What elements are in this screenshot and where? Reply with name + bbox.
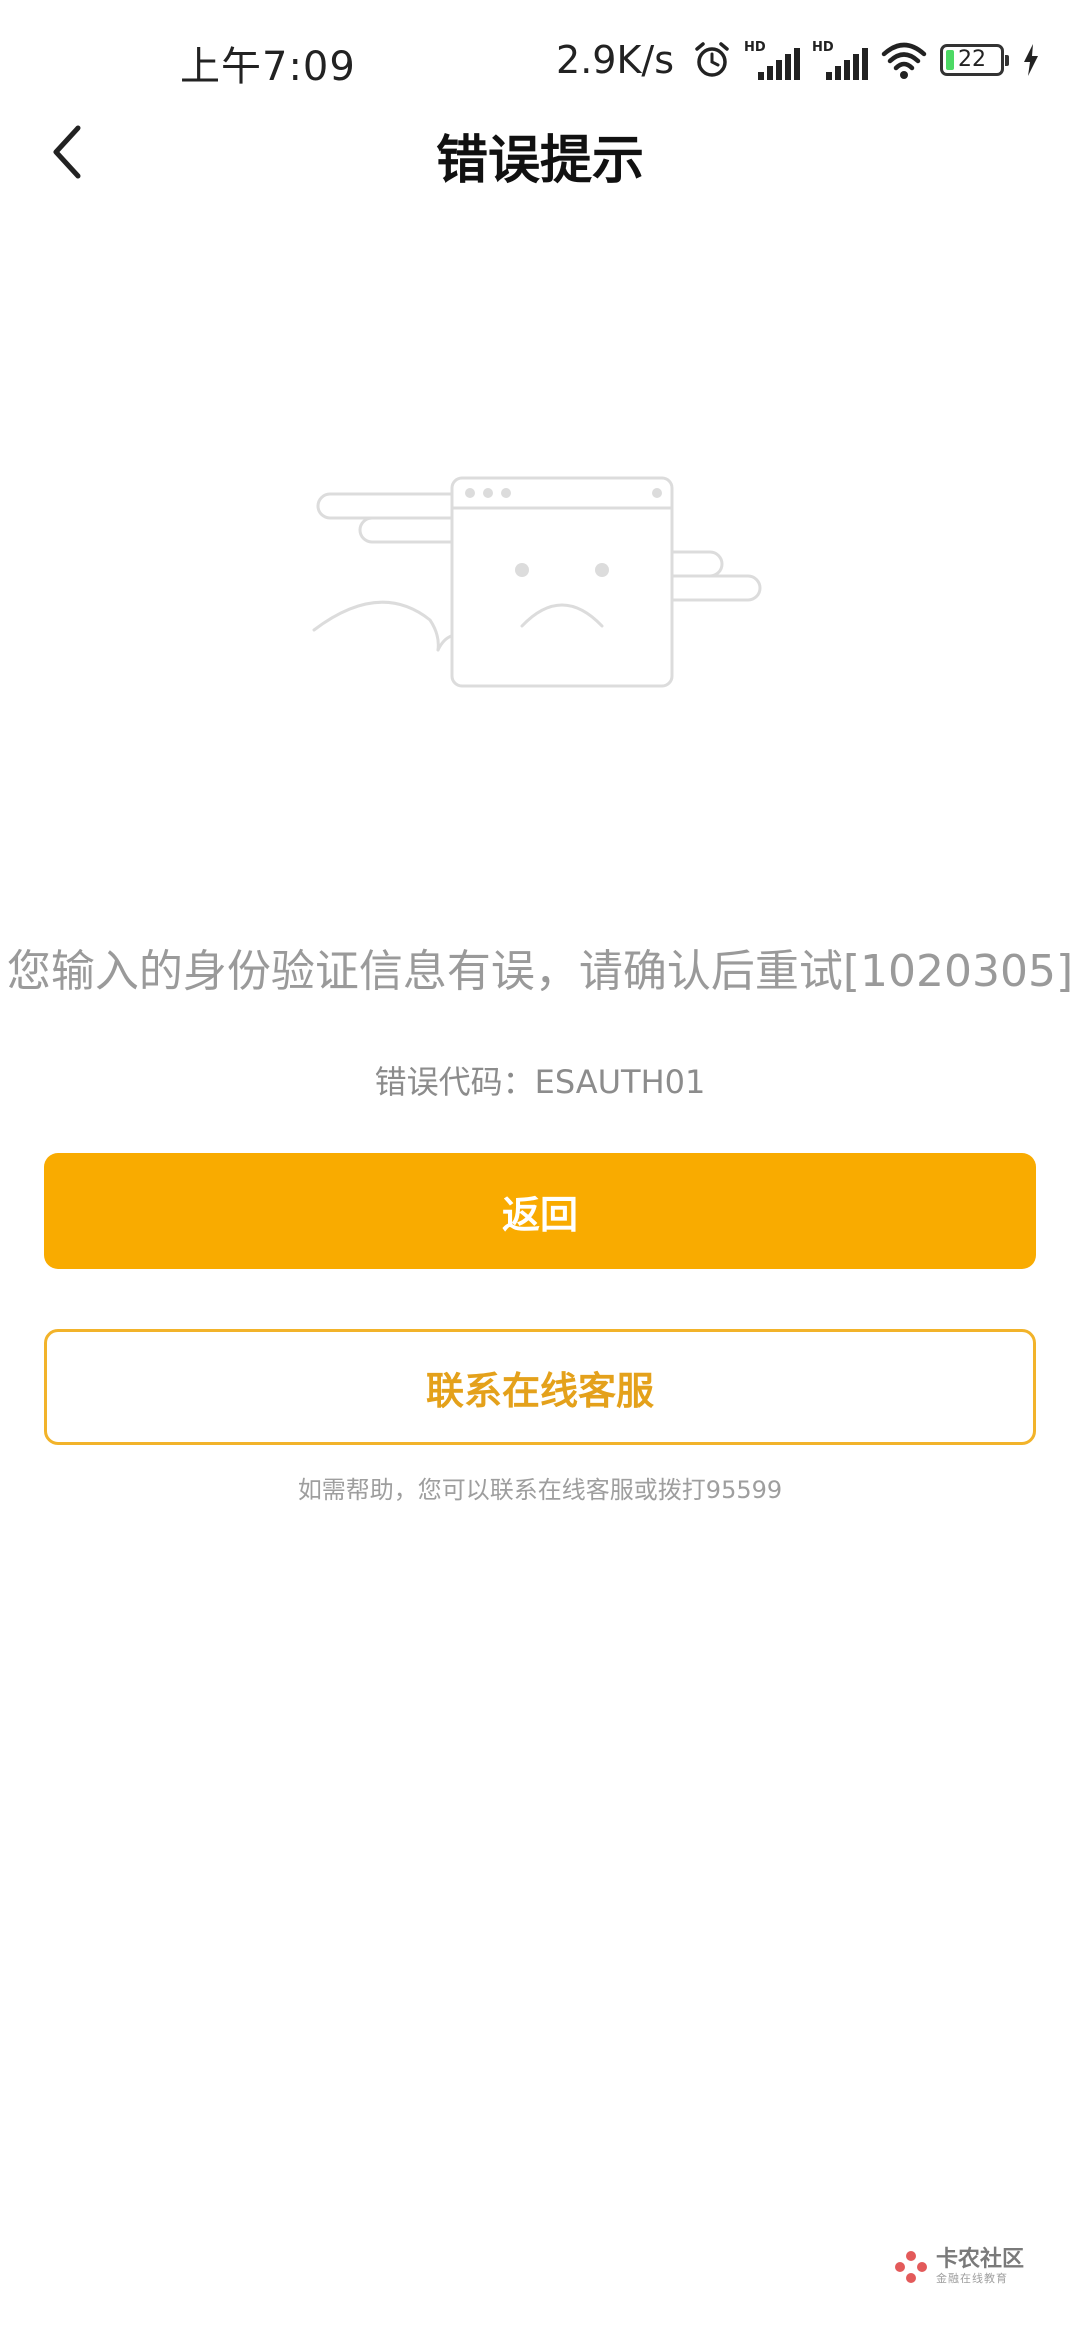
error-code: 错误代码：ESAUTH01 [374, 1063, 706, 1101]
battery-icon: 22 [940, 44, 1009, 76]
watermark-text: 卡农社区 金融在线教育 [935, 2247, 1024, 2286]
watermark-logo-icon [894, 2250, 927, 2283]
battery-fill [946, 50, 954, 70]
battery-level: 22 [958, 47, 986, 72]
svg-text:HD: HD [744, 40, 766, 55]
network-speed: 2.9K/s [556, 38, 674, 82]
status-bar: 上午7:09 2.9K/s HD HD 22 [0, 0, 1080, 124]
watermark: 卡农社区 金融在线教育 [894, 2247, 1024, 2286]
nav-bar: 错误提示 [0, 110, 1080, 191]
hd-signal-icon: HD [744, 40, 800, 80]
contact-support-button[interactable]: 联系在线客服 [44, 1329, 1036, 1445]
svg-text:HD: HD [812, 40, 834, 55]
return-button-label: 返回 [501, 1192, 578, 1237]
alarm-icon [695, 42, 729, 77]
error-message: 您输入的身份验证信息有误，请确认后重试[1020305] [6, 946, 1074, 997]
page-title: 错误提示 [435, 131, 644, 191]
watermark-title: 卡农社区 [935, 2247, 1024, 2272]
charging-icon [1024, 44, 1038, 76]
contact-support-label: 联系在线客服 [425, 1368, 654, 1413]
hd-signal-icon: HD [812, 40, 868, 80]
status-icons: 2.9K/s HD HD 22 [556, 30, 1040, 90]
wifi-icon [881, 42, 927, 79]
watermark-subtitle: 金融在线教育 [935, 2272, 1008, 2286]
return-button[interactable]: 返回 [44, 1153, 1036, 1269]
status-time: 上午7:09 [180, 44, 356, 90]
help-text: 如需帮助，您可以联系在线客服或拨打95599 [297, 1476, 783, 1504]
sad-browser-window-icon [300, 460, 780, 700]
